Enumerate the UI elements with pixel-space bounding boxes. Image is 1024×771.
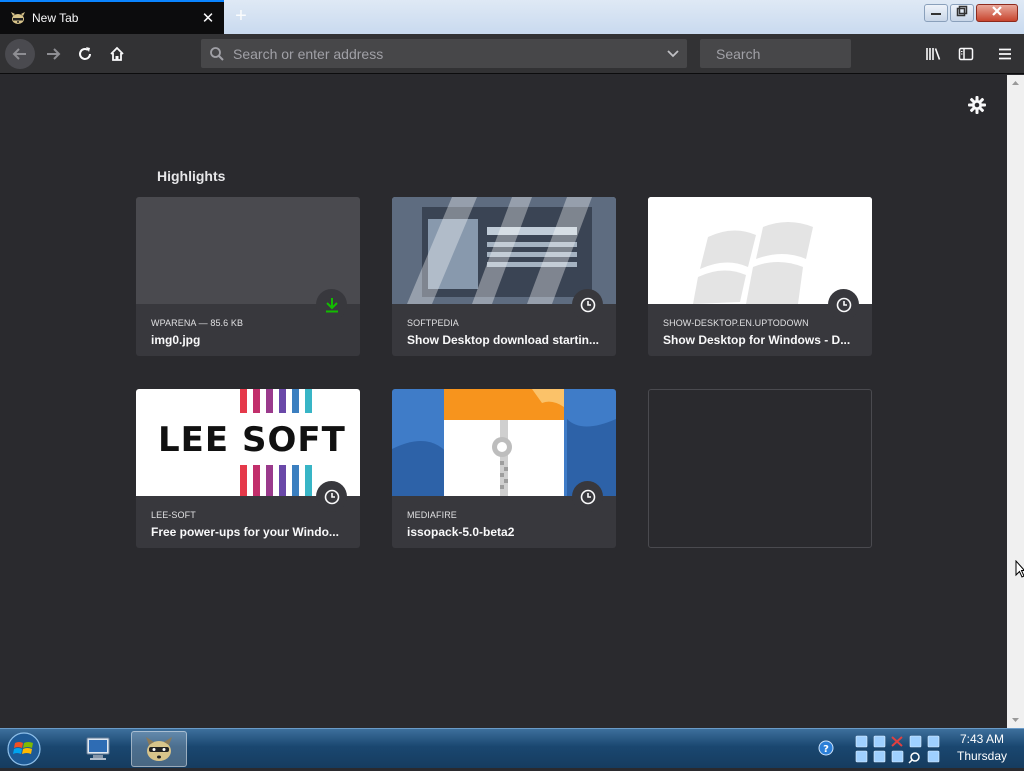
tray-icons[interactable] xyxy=(852,732,948,766)
back-arrow-icon xyxy=(12,48,26,60)
highlight-card[interactable]: WPARENA — 85.6 KB img0.jpg xyxy=(136,197,360,356)
system-tray xyxy=(852,732,948,766)
hamburger-menu-icon xyxy=(999,48,1011,60)
address-bar[interactable] xyxy=(201,39,687,68)
title-bar: New Tab ✕ + xyxy=(0,0,1024,34)
card-thumbnail xyxy=(136,197,360,304)
highlight-card[interactable]: SOFTPEDIA Show Desktop download startin.… xyxy=(392,197,616,356)
card-thumbnail xyxy=(392,389,616,496)
restore-button[interactable] xyxy=(950,4,974,22)
taskbar: ? 7:43 AM Thursday xyxy=(0,728,1024,768)
clock-day: Thursday xyxy=(956,749,1008,763)
taskbar-app-browser[interactable] xyxy=(131,731,187,767)
minimize-icon xyxy=(931,13,941,15)
card-source: MEDIAFIRE xyxy=(407,510,457,520)
download-icon xyxy=(316,289,347,320)
highlight-card[interactable]: LEE SOFT LEE-SOFT Free power-ups for you… xyxy=(136,389,360,548)
windows-start-icon xyxy=(7,732,41,766)
tab-new-tab[interactable]: New Tab ✕ xyxy=(0,0,224,34)
forward-arrow-icon xyxy=(47,48,61,60)
windows-logo-icon xyxy=(648,197,872,304)
url-dropdown-button[interactable] xyxy=(659,49,687,59)
minimize-button[interactable] xyxy=(924,4,948,22)
sidebar-button[interactable] xyxy=(951,39,981,69)
zip-file-icon xyxy=(392,389,616,496)
library-icon xyxy=(926,48,941,60)
card-source: WPARENA — 85.6 KB xyxy=(151,318,244,328)
restore-icon xyxy=(956,5,968,17)
card-source: SHOW-DESKTOP.EN.UPTODOWN xyxy=(663,318,809,328)
close-window-icon xyxy=(992,6,1002,16)
highlight-card[interactable]: SHOW-DESKTOP.EN.UPTODOWN Show Desktop fo… xyxy=(648,197,872,356)
scrollbar[interactable] xyxy=(1007,75,1024,728)
clock-icon xyxy=(828,289,859,320)
raccoon-browser-icon xyxy=(146,737,172,761)
card-source: LEE-SOFT xyxy=(151,510,196,520)
card-thumbnail: LEE SOFT xyxy=(136,389,360,496)
lee-soft-logo-text: LEE SOFT xyxy=(158,420,346,460)
highlight-card[interactable]: MEDIAFIRE issopack-5.0-beta2 xyxy=(392,389,616,548)
clock-icon xyxy=(572,481,603,512)
address-input[interactable] xyxy=(233,45,659,62)
mouse-cursor-icon xyxy=(1015,560,1024,578)
window-controls xyxy=(924,4,1018,22)
library-button[interactable] xyxy=(919,39,949,69)
card-thumbnail xyxy=(392,197,616,304)
raccoon-favicon-icon xyxy=(11,12,25,24)
card-title: Free power-ups for your Windo... xyxy=(151,525,339,539)
card-thumbnail xyxy=(648,197,872,304)
home-button[interactable] xyxy=(102,39,132,69)
card-title: img0.jpg xyxy=(151,333,201,347)
close-window-button[interactable] xyxy=(976,4,1018,22)
computer-icon xyxy=(86,737,110,760)
clock-icon xyxy=(316,481,347,512)
menu-button[interactable] xyxy=(990,39,1020,69)
gear-icon[interactable] xyxy=(966,94,988,116)
help-icon[interactable]: ? xyxy=(818,740,834,756)
svg-text:?: ? xyxy=(823,744,829,755)
close-tab-icon[interactable]: ✕ xyxy=(196,9,220,27)
scroll-up-arrow-icon[interactable] xyxy=(1007,77,1024,89)
chevron-down-icon xyxy=(667,49,679,57)
forward-button[interactable] xyxy=(38,39,68,69)
card-title: Show Desktop for Windows - D... xyxy=(663,333,851,347)
start-button[interactable] xyxy=(4,730,44,768)
sidebar-icon xyxy=(958,47,974,61)
reload-button[interactable] xyxy=(70,39,100,69)
taskbar-clock[interactable]: 7:43 AM Thursday xyxy=(950,731,1014,765)
clock-icon xyxy=(572,289,603,320)
search-bar[interactable] xyxy=(700,39,897,68)
back-button[interactable] xyxy=(5,39,35,69)
new-tab-button[interactable]: + xyxy=(228,4,254,30)
search-icon xyxy=(210,46,224,61)
scroll-down-arrow-icon[interactable] xyxy=(1007,714,1024,726)
home-icon xyxy=(110,46,124,61)
card-title: Show Desktop download startin... xyxy=(407,333,600,347)
nav-toolbar xyxy=(0,34,1024,74)
highlights-heading: Highlights xyxy=(157,168,226,184)
search-input[interactable] xyxy=(716,45,897,62)
empty-highlight-slot xyxy=(648,389,872,548)
card-source: SOFTPEDIA xyxy=(407,318,459,328)
reload-icon xyxy=(79,47,91,60)
taskbar-app-computer[interactable] xyxy=(70,731,126,767)
tab-title: New Tab xyxy=(32,11,79,25)
clock-time: 7:43 AM xyxy=(959,732,1005,746)
card-title: issopack-5.0-beta2 xyxy=(407,525,515,539)
